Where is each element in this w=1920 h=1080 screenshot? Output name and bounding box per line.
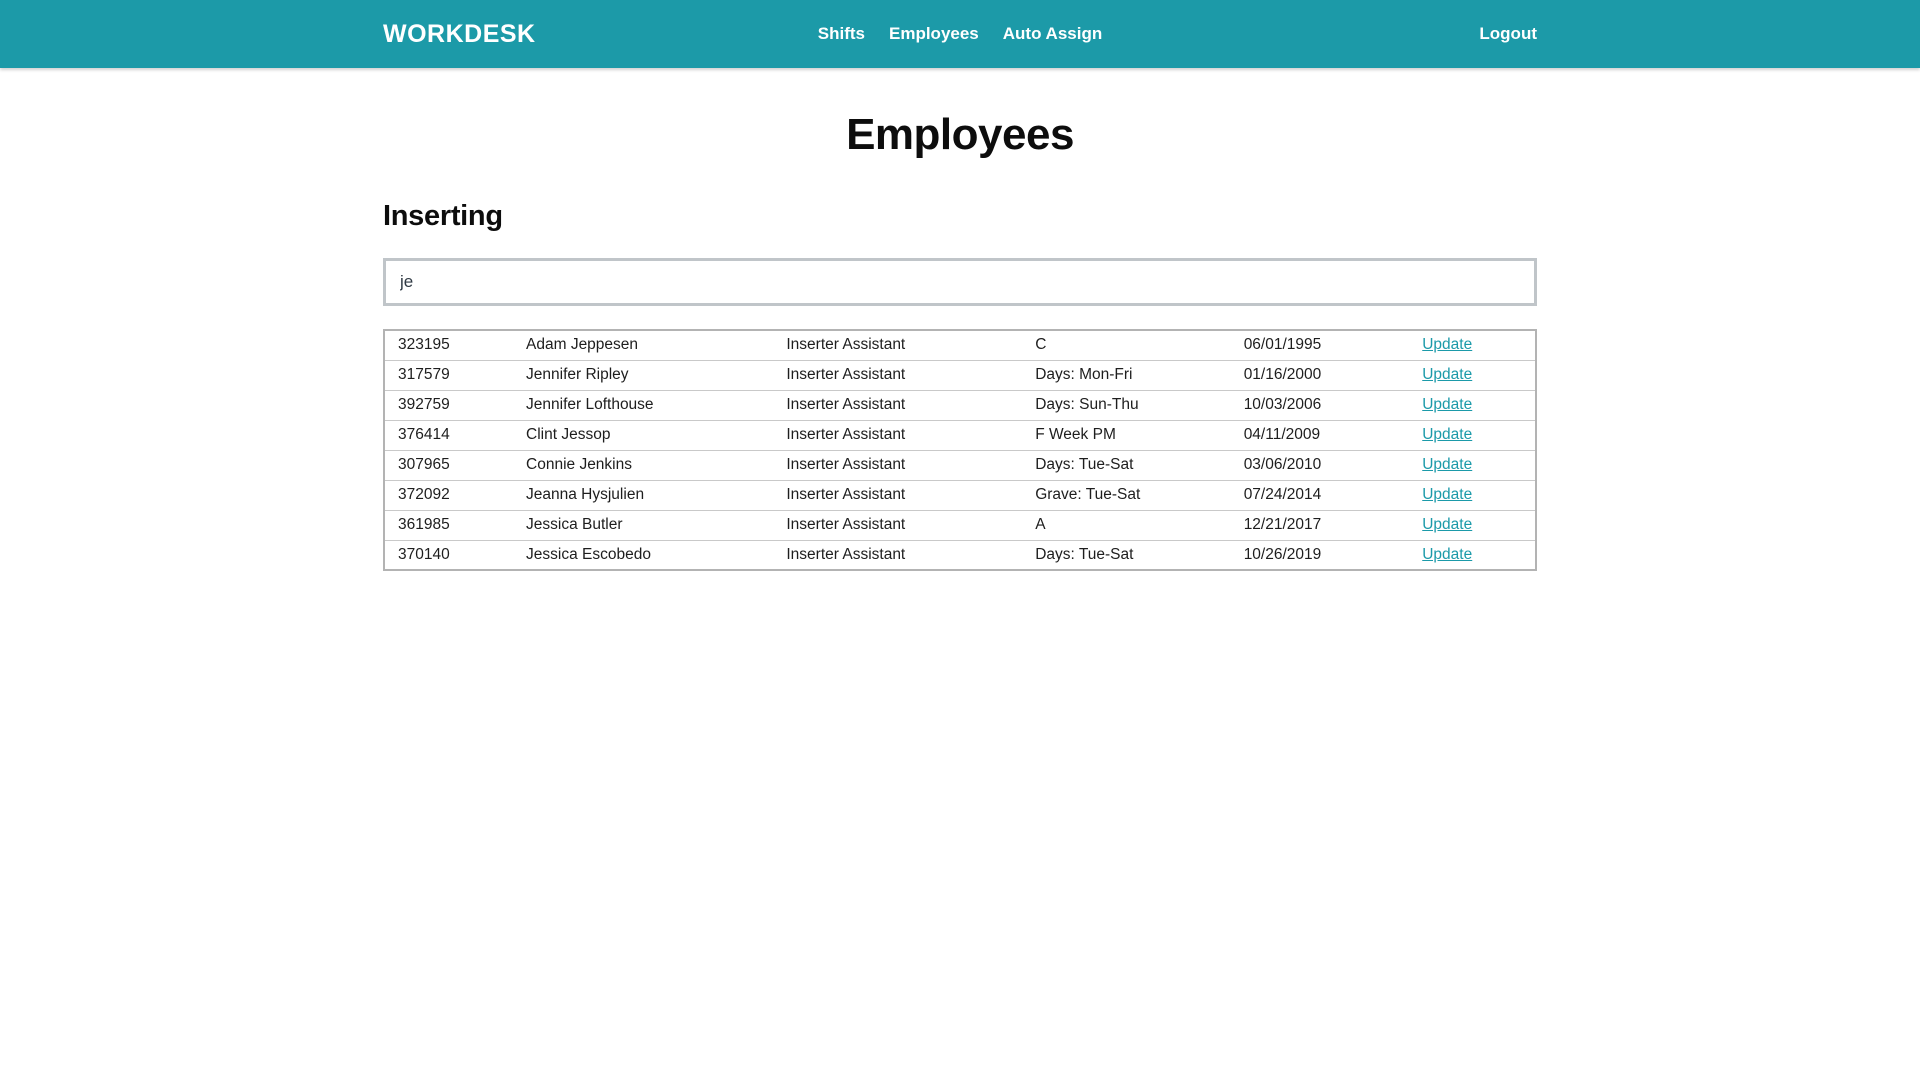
update-link[interactable]: Update bbox=[1422, 486, 1472, 503]
employee-hire-date: 07/24/2014 bbox=[1231, 480, 1410, 510]
employee-id: 376414 bbox=[384, 420, 513, 450]
employee-name: Clint Jessop bbox=[513, 420, 773, 450]
employee-position: Inserter Assistant bbox=[773, 420, 1022, 450]
update-link[interactable]: Update bbox=[1422, 396, 1472, 413]
employee-position: Inserter Assistant bbox=[773, 360, 1022, 390]
table-row: 361985 Jessica Butler Inserter Assistant… bbox=[384, 510, 1536, 540]
employee-shift: A bbox=[1022, 510, 1231, 540]
employee-shift: Days: Mon-Fri bbox=[1022, 360, 1231, 390]
employee-name: Adam Jeppesen bbox=[513, 330, 773, 360]
employee-name: Jeanna Hysjulien bbox=[513, 480, 773, 510]
employee-hire-date: 10/26/2019 bbox=[1231, 540, 1410, 570]
employee-shift: Days: Tue-Sat bbox=[1022, 540, 1231, 570]
employee-shift: Grave: Tue-Sat bbox=[1022, 480, 1231, 510]
brand-logo[interactable]: WORKDESK bbox=[383, 20, 536, 49]
employee-id: 372092 bbox=[384, 480, 513, 510]
employee-id: 361985 bbox=[384, 510, 513, 540]
employee-position: Inserter Assistant bbox=[773, 450, 1022, 480]
header-inner: WORKDESK Shifts Employees Auto Assign Lo… bbox=[383, 0, 1537, 68]
logout-link[interactable]: Logout bbox=[1479, 24, 1537, 44]
update-link[interactable]: Update bbox=[1422, 366, 1472, 383]
table-row: 372092 Jeanna Hysjulien Inserter Assista… bbox=[384, 480, 1536, 510]
update-link[interactable]: Update bbox=[1422, 546, 1472, 563]
update-link[interactable]: Update bbox=[1422, 426, 1472, 443]
page-title: Employees bbox=[383, 110, 1537, 160]
employee-name: Connie Jenkins bbox=[513, 450, 773, 480]
employee-shift: Days: Tue-Sat bbox=[1022, 450, 1231, 480]
table-row: 392759 Jennifer Lofthouse Inserter Assis… bbox=[384, 390, 1536, 420]
nav-employees[interactable]: Employees bbox=[889, 24, 979, 44]
update-link[interactable]: Update bbox=[1422, 336, 1472, 353]
table-row: 370140 Jessica Escobedo Inserter Assista… bbox=[384, 540, 1536, 570]
employee-position: Inserter Assistant bbox=[773, 510, 1022, 540]
employee-position: Inserter Assistant bbox=[773, 390, 1022, 420]
employee-search-input[interactable] bbox=[383, 258, 1537, 306]
employee-name: Jessica Butler bbox=[513, 510, 773, 540]
employee-position: Inserter Assistant bbox=[773, 480, 1022, 510]
employee-shift: F Week PM bbox=[1022, 420, 1231, 450]
table-row: 376414 Clint Jessop Inserter Assistant F… bbox=[384, 420, 1536, 450]
table-row: 317579 Jennifer Ripley Inserter Assistan… bbox=[384, 360, 1536, 390]
employee-name: Jessica Escobedo bbox=[513, 540, 773, 570]
employee-hire-date: 01/16/2000 bbox=[1231, 360, 1410, 390]
nav-shifts[interactable]: Shifts bbox=[818, 24, 865, 44]
table-row: 307965 Connie Jenkins Inserter Assistant… bbox=[384, 450, 1536, 480]
employee-id: 370140 bbox=[384, 540, 513, 570]
employee-name: Jennifer Lofthouse bbox=[513, 390, 773, 420]
employee-shift: Days: Sun-Thu bbox=[1022, 390, 1231, 420]
employee-hire-date: 06/01/1995 bbox=[1231, 330, 1410, 360]
app-header: WORKDESK Shifts Employees Auto Assign Lo… bbox=[0, 0, 1920, 68]
employees-table: 323195 Adam Jeppesen Inserter Assistant … bbox=[383, 329, 1537, 571]
update-link[interactable]: Update bbox=[1422, 456, 1472, 473]
employee-name: Jennifer Ripley bbox=[513, 360, 773, 390]
main-nav: Shifts Employees Auto Assign bbox=[818, 24, 1102, 44]
section-heading: Inserting bbox=[383, 200, 1537, 233]
employee-hire-date: 12/21/2017 bbox=[1231, 510, 1410, 540]
nav-auto-assign[interactable]: Auto Assign bbox=[1003, 24, 1102, 44]
employee-hire-date: 03/06/2010 bbox=[1231, 450, 1410, 480]
employee-id: 317579 bbox=[384, 360, 513, 390]
employee-shift: C bbox=[1022, 330, 1231, 360]
table-row: 323195 Adam Jeppesen Inserter Assistant … bbox=[384, 330, 1536, 360]
employee-id: 392759 bbox=[384, 390, 513, 420]
update-link[interactable]: Update bbox=[1422, 516, 1472, 533]
employee-id: 307965 bbox=[384, 450, 513, 480]
main-content: Employees Inserting 323195 Adam Jeppesen… bbox=[383, 110, 1537, 571]
employee-hire-date: 04/11/2009 bbox=[1231, 420, 1410, 450]
employee-hire-date: 10/03/2006 bbox=[1231, 390, 1410, 420]
employee-id: 323195 bbox=[384, 330, 513, 360]
employee-position: Inserter Assistant bbox=[773, 330, 1022, 360]
employee-position: Inserter Assistant bbox=[773, 540, 1022, 570]
